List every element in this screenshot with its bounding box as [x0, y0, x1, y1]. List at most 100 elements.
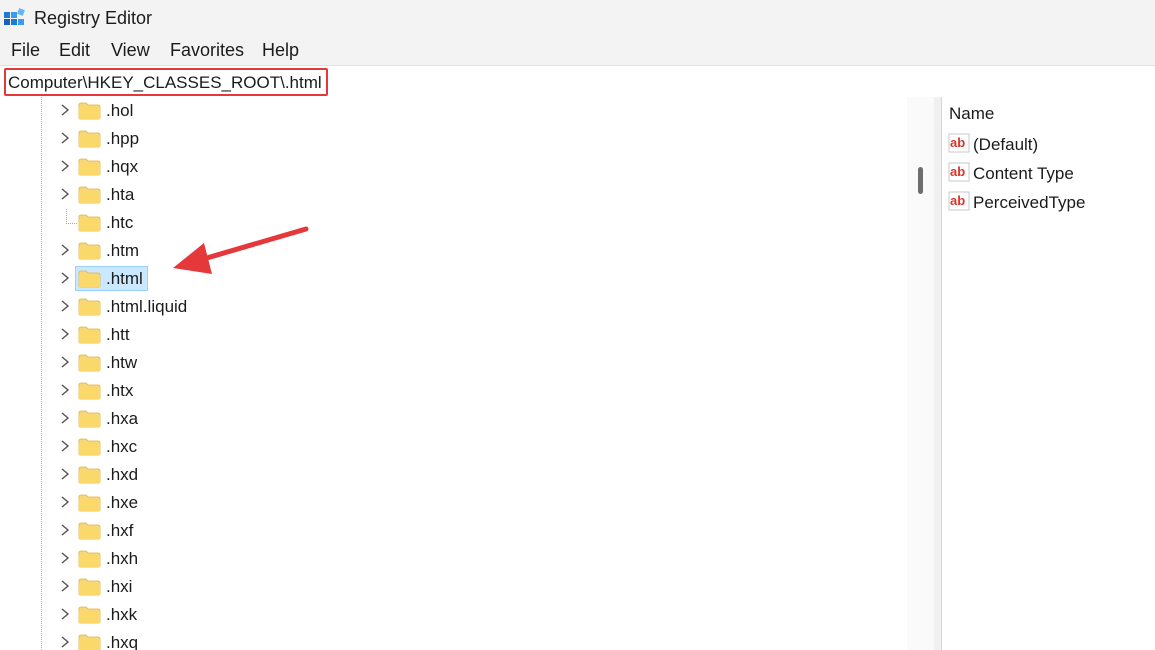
folder-icon [78, 102, 101, 120]
tree-item-label: .hol [106, 101, 134, 120]
tree-connector [66, 209, 77, 224]
folder-icon [78, 578, 101, 596]
tree-item[interactable]: .htm [0, 237, 900, 265]
chevron-right-icon[interactable] [58, 607, 72, 621]
chevron-right-icon[interactable] [58, 467, 72, 481]
folder-icon [78, 410, 101, 428]
column-header-name[interactable]: Name [949, 104, 994, 124]
folder-icon [78, 130, 101, 148]
chevron-right-icon[interactable] [58, 299, 72, 313]
tree-item[interactable]: .hta [0, 181, 900, 209]
svg-text:ab: ab [950, 135, 965, 150]
menu-help[interactable]: Help [262, 40, 299, 61]
tree-item[interactable]: .hpp [0, 125, 900, 153]
value-row[interactable]: ab PerceivedType [946, 187, 1151, 215]
chevron-right-icon[interactable] [58, 327, 72, 341]
tree-scrollbar[interactable] [907, 97, 934, 650]
tree-item-label: .hxi [106, 577, 133, 596]
folder-icon [78, 494, 101, 512]
folder-icon [78, 354, 101, 372]
folder-icon [78, 298, 101, 316]
value-row[interactable]: ab Content Type [946, 158, 1151, 186]
tree-item[interactable]: .html.liquid [0, 293, 900, 321]
chevron-right-icon[interactable] [58, 131, 72, 145]
chevron-right-icon[interactable] [58, 355, 72, 369]
window-title: Registry Editor [34, 8, 153, 28]
tree-item-label: .htx [106, 381, 134, 400]
menu-bar: File Edit View Favorites Help [0, 35, 1155, 65]
chevron-right-icon[interactable] [58, 159, 72, 173]
tree-item[interactable]: .html [0, 265, 900, 293]
tree-item[interactable]: .hxa [0, 405, 900, 433]
tree-item-label: .hxq [106, 633, 139, 650]
tree-item[interactable]: .hqx [0, 153, 900, 181]
folder-icon [78, 382, 101, 400]
pane-splitter[interactable] [934, 97, 942, 650]
tree-item[interactable]: .htx [0, 377, 900, 405]
chevron-right-icon[interactable] [58, 243, 72, 257]
tree-item-label: .htm [106, 241, 140, 260]
tree-item[interactable]: .hxc [0, 433, 900, 461]
folder-icon [78, 606, 101, 624]
folder-icon [78, 242, 101, 260]
folder-icon [78, 214, 101, 232]
scrollbar-thumb[interactable] [918, 167, 923, 194]
folder-icon [78, 270, 101, 288]
tree-item[interactable]: .hxk [0, 601, 900, 629]
folder-icon [78, 634, 101, 650]
chevron-right-icon[interactable] [58, 383, 72, 397]
folder-icon [78, 466, 101, 484]
chevron-right-icon[interactable] [58, 271, 72, 285]
tree-item[interactable]: .hxq [0, 629, 900, 650]
chevron-right-icon[interactable] [58, 551, 72, 565]
chevron-right-icon[interactable] [58, 411, 72, 425]
tree-item-label: .htt [106, 325, 130, 344]
tree-item[interactable]: .hxe [0, 489, 900, 517]
menu-file[interactable]: File [11, 40, 40, 61]
tree-item-label: .hxd [106, 465, 139, 484]
tree-item[interactable]: .hxd [0, 461, 900, 489]
tree-item-label: .hxf [106, 521, 134, 540]
tree-item-label: .hxa [106, 409, 139, 428]
tree-item-label: .hpp [106, 129, 140, 148]
tree-item[interactable]: .htc [0, 209, 900, 237]
chevron-right-icon[interactable] [58, 635, 72, 649]
tree-item-label: .html [106, 269, 143, 288]
value-name: Content Type [973, 164, 1074, 183]
tree-item[interactable]: .hxf [0, 517, 900, 545]
value-row[interactable]: ab (Default) [946, 129, 1151, 157]
folder-icon [78, 158, 101, 176]
menu-view[interactable]: View [111, 40, 150, 61]
chevron-right-icon[interactable] [58, 495, 72, 509]
values-pane[interactable]: Name ab (Default) ab Content Type ab Perceive… [942, 97, 1155, 650]
tree-item[interactable]: .hxh [0, 545, 900, 573]
tree-item-label: .hqx [106, 157, 139, 176]
address-highlight-box [4, 68, 328, 96]
tree-item-label: .hta [106, 185, 135, 204]
menu-favorites[interactable]: Favorites [170, 40, 244, 61]
title-bar: Registry Editor [0, 0, 1155, 35]
chevron-right-icon[interactable] [58, 579, 72, 593]
tree-item[interactable]: .htw [0, 349, 900, 377]
chevron-right-icon[interactable] [58, 103, 72, 117]
string-value-icon: ab [948, 162, 970, 182]
chevron-right-icon[interactable] [58, 439, 72, 453]
folder-icon [78, 186, 101, 204]
tree-item-label: .hxk [106, 605, 138, 624]
chevron-right-icon[interactable] [58, 187, 72, 201]
tree-item[interactable]: .hol [0, 97, 900, 125]
tree-item[interactable]: .htt [0, 321, 900, 349]
tree-item-label: .html.liquid [106, 297, 188, 316]
svg-text:ab: ab [950, 164, 965, 179]
menu-edit[interactable]: Edit [59, 40, 90, 61]
chevron-right-icon[interactable] [58, 523, 72, 537]
tree-pane[interactable]: .hol .hpp .hqx .hta .htc .htm .html .html.liqui… [0, 97, 907, 650]
tree-item-label: .hxe [106, 493, 139, 512]
tree-item[interactable]: .hxi [0, 573, 900, 601]
tree-item-label: .htw [106, 353, 138, 372]
registry-editor-icon [4, 8, 25, 25]
value-name: (Default) [973, 135, 1039, 154]
folder-icon [78, 326, 101, 344]
folder-icon [78, 550, 101, 568]
value-name: PerceivedType [973, 193, 1086, 212]
